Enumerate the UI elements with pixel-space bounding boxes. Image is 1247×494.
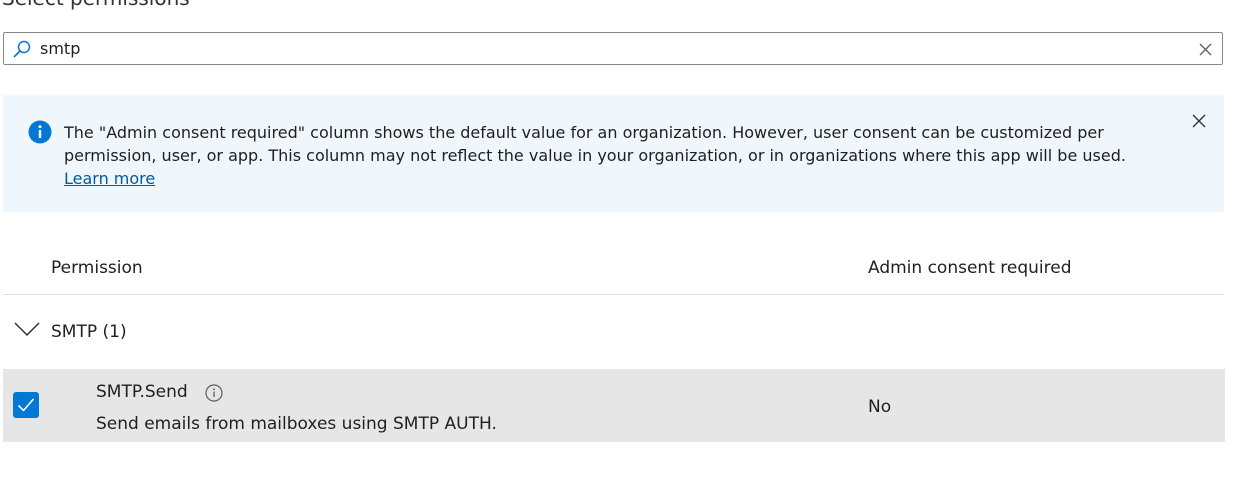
- column-header-permission: Permission: [51, 258, 143, 278]
- search-icon: [13, 40, 31, 58]
- close-banner-icon[interactable]: [1192, 114, 1206, 128]
- info-outline-icon[interactable]: [205, 384, 223, 402]
- permission-search-box[interactable]: [3, 32, 1223, 65]
- permission-name: SMTP.Send: [96, 382, 188, 402]
- permission-group-smtp[interactable]: SMTP (1): [51, 321, 127, 343]
- chevron-icon[interactable]: [1148, 0, 1162, 4]
- admin-consent-info-banner: The "Admin consent required" column show…: [3, 95, 1224, 212]
- info-icon: [28, 120, 52, 144]
- banner-text: The "Admin consent required" column show…: [64, 123, 1126, 165]
- checkmark-icon: [17, 398, 35, 412]
- select-permissions-panel: Select permissions The "Admin consent re…: [0, 0, 1247, 494]
- header-divider: [3, 294, 1224, 295]
- panel-title: Select permissions: [2, 0, 190, 9]
- permission-checkbox[interactable]: [13, 392, 39, 418]
- admin-consent-value: No: [868, 397, 892, 417]
- search-input[interactable]: [40, 34, 1180, 63]
- chevron-down-icon[interactable]: [14, 322, 40, 338]
- permission-row[interactable]: SMTP.Send Send emails from mailboxes usi…: [3, 369, 1225, 442]
- clear-search-icon[interactable]: [1199, 43, 1212, 56]
- column-header-admin-consent: Admin consent required: [868, 258, 1072, 278]
- learn-more-link[interactable]: Learn more: [64, 169, 155, 188]
- permission-description: Send emails from mailboxes using SMTP AU…: [96, 414, 497, 434]
- banner-message: The "Admin consent required" column show…: [64, 121, 1169, 190]
